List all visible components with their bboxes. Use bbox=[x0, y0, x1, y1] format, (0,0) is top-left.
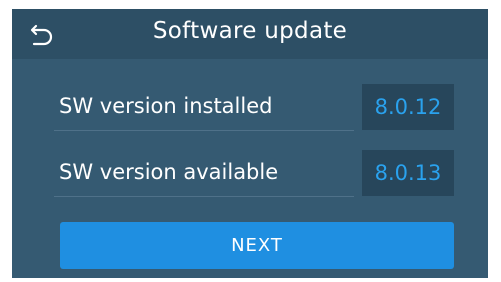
installed-version-row: SW version installed 8.0.12 bbox=[54, 84, 456, 132]
next-button[interactable]: NEXT bbox=[60, 222, 454, 269]
installed-version-label: SW version installed bbox=[59, 94, 273, 118]
available-version-value: 8.0.13 bbox=[362, 150, 454, 196]
available-version-label: SW version available bbox=[59, 160, 279, 184]
available-version-row: SW version available 8.0.13 bbox=[54, 150, 456, 198]
header-bar: Software update bbox=[12, 9, 488, 59]
page-title: Software update bbox=[152, 18, 348, 44]
installed-version-value: 8.0.12 bbox=[362, 84, 454, 130]
software-update-screen: Software update SW version installed 8.0… bbox=[12, 9, 488, 278]
row-divider bbox=[54, 130, 354, 131]
row-divider bbox=[54, 196, 354, 197]
